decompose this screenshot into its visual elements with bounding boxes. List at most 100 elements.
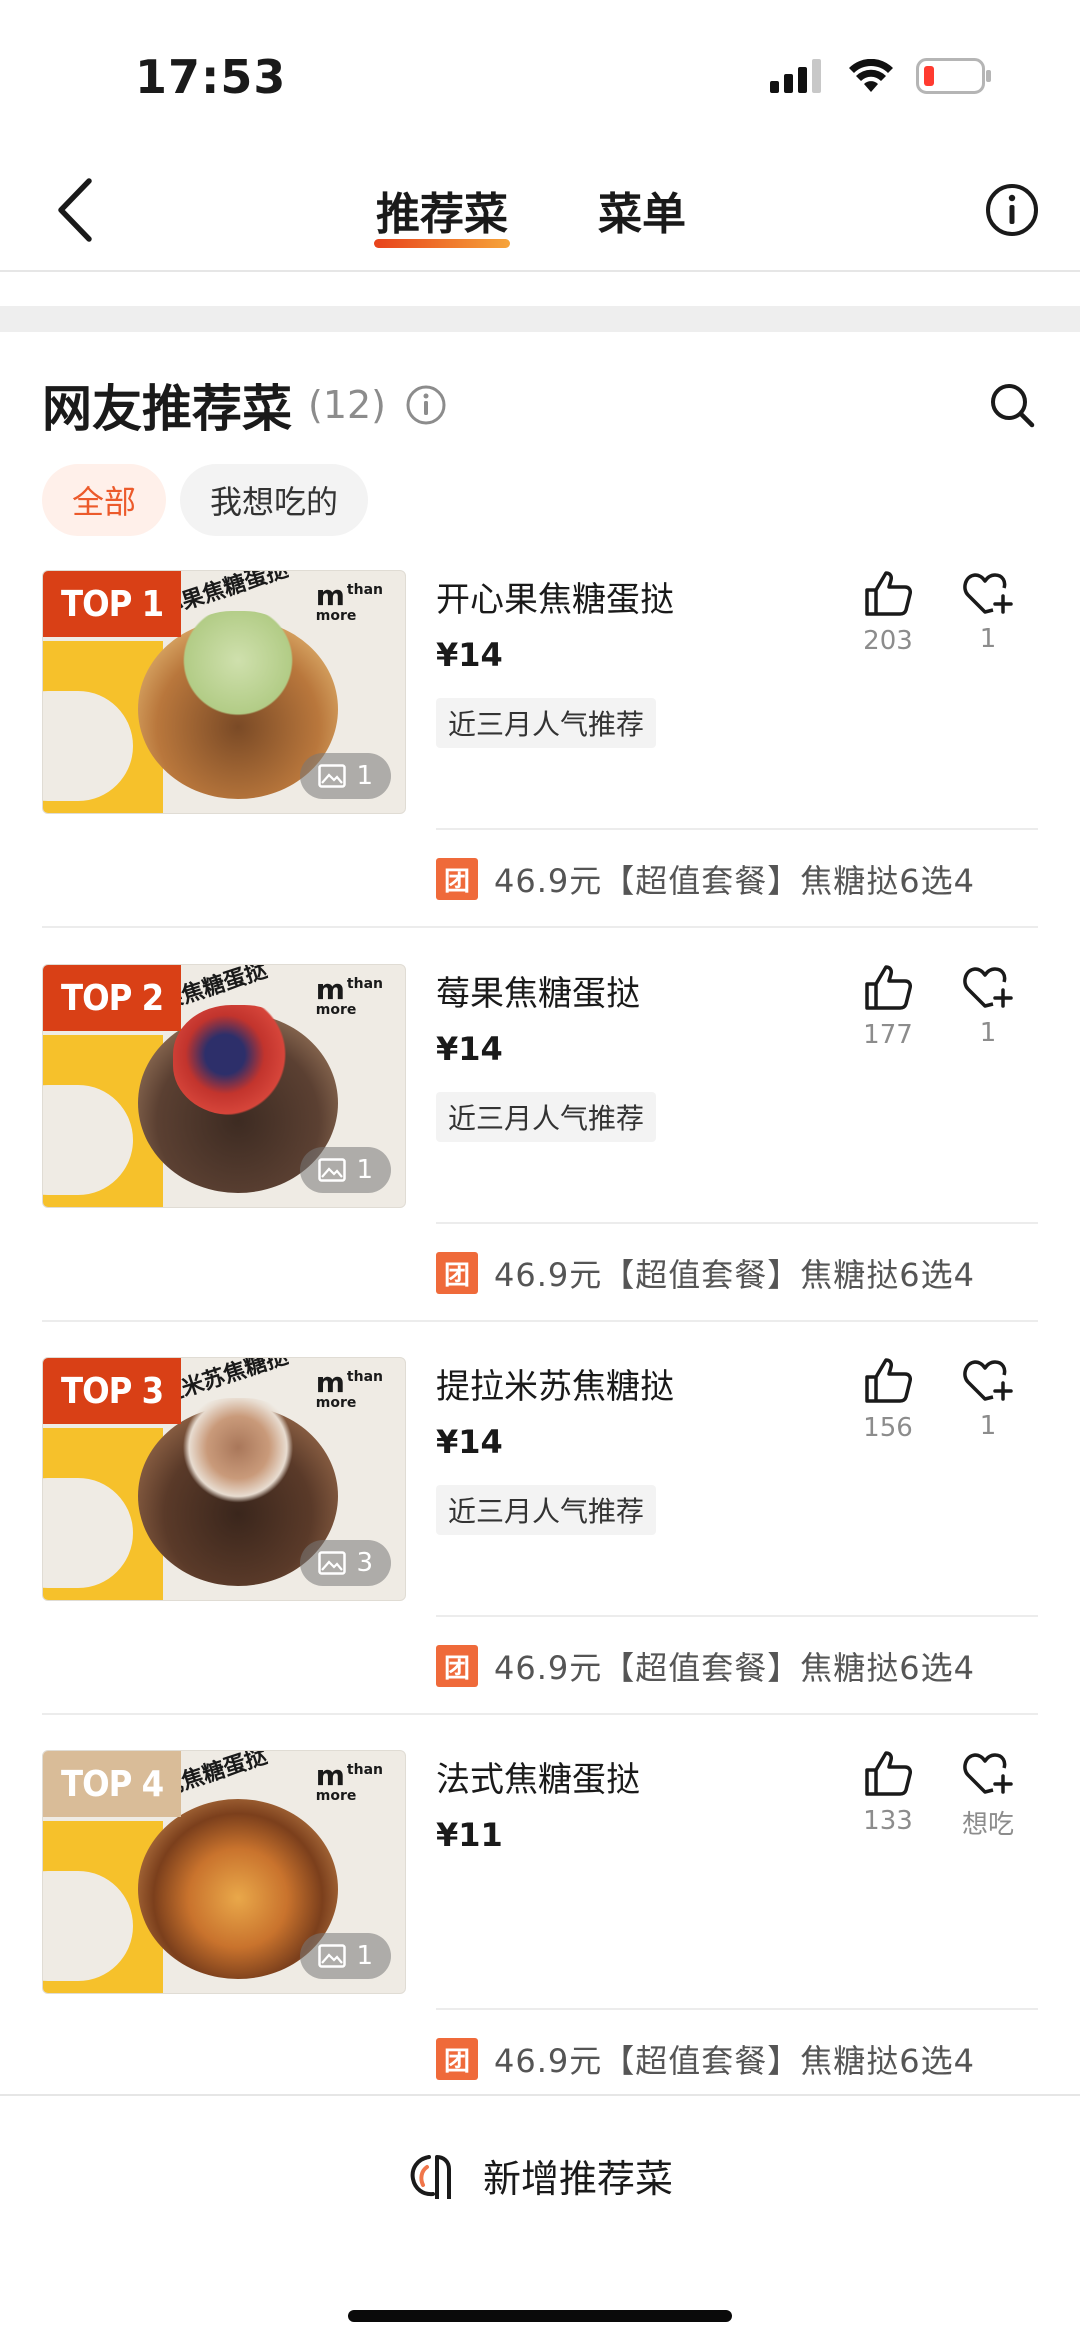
photo-count-value: 1 <box>356 761 373 791</box>
search-icon <box>991 384 1035 428</box>
photo-count[interactable]: 1 <box>300 753 391 799</box>
dish-photo[interactable]: 法式焦糖蛋挞 m than more TOP 4 1 <box>42 1750 406 1994</box>
filter-want-to-eat[interactable]: 我想吃的 <box>180 464 369 536</box>
group-deal-text: 46.9元【超值套餐】焦糖挞6选4 <box>494 1649 975 1687</box>
brand-logo-line2: more <box>315 1788 357 1804</box>
rank-badge: TOP 1 <box>43 571 182 637</box>
group-deal[interactable]: 团 46.9元【超值套餐】焦糖挞6选4 <box>436 2036 975 2082</box>
add-recommendation-label: 新增推荐菜 <box>482 2157 673 2201</box>
section-info-button[interactable] <box>404 383 448 427</box>
image-icon <box>318 764 347 788</box>
brand-logo-line1: than <box>346 582 383 598</box>
dish-price: ¥14 <box>436 636 503 674</box>
like-button[interactable]: 133 <box>848 1750 928 1836</box>
want-count: 1 <box>979 1018 997 1048</box>
thumbs-up-icon <box>865 571 912 616</box>
dish-item[interactable]: 莓果焦糖蛋挞 m than more TOP 2 1 莓果焦糖蛋挞 ¥14 近三月人… <box>0 964 1080 1358</box>
dish-tag: 近三月人气推荐 <box>436 1485 657 1535</box>
dish-price: ¥14 <box>436 1423 503 1461</box>
thumbs-up-icon <box>865 965 912 1010</box>
want-button[interactable]: 1 <box>948 570 1028 654</box>
image-icon <box>318 1944 347 1968</box>
like-count: 177 <box>863 1020 913 1050</box>
info-button[interactable] <box>982 180 1042 240</box>
want-count: 1 <box>979 1411 997 1441</box>
group-deal[interactable]: 团 46.9元【超值套餐】焦糖挞6选4 <box>436 1643 975 1689</box>
brand-logo-line2: more <box>315 1002 357 1018</box>
brand-logo-mark: m <box>315 579 345 612</box>
want-label: 想吃 <box>961 1810 1014 1840</box>
brand-logo-line2: more <box>315 1395 357 1411</box>
dish-name[interactable]: 莓果焦糖蛋挞 <box>436 966 640 1015</box>
filter-all[interactable]: 全部 <box>42 464 167 536</box>
group-deal[interactable]: 团 46.9元【超值套餐】焦糖挞6选4 <box>436 856 975 902</box>
brand-logo-line1: than <box>346 1369 383 1385</box>
brand-logo: m than more <box>315 579 383 624</box>
want-button[interactable]: 1 <box>948 1357 1028 1441</box>
rank-badge: TOP 4 <box>43 1751 182 1817</box>
group-deal-text: 46.9元【超值套餐】焦糖挞6选4 <box>494 862 975 900</box>
image-icon <box>318 1551 347 1575</box>
group-deal-badge: 团 <box>436 1252 478 1294</box>
photo-count[interactable]: 1 <box>300 1147 391 1193</box>
group-deal-text: 46.9元【超值套餐】焦糖挞6选4 <box>494 1256 975 1294</box>
group-deal-text: 46.9元【超值套餐】焦糖挞6选4 <box>494 2042 975 2080</box>
photo-count[interactable]: 3 <box>300 1540 391 1586</box>
dish-item[interactable]: 法式焦糖蛋挞 m than more TOP 4 1 法式焦糖蛋挞 ¥11 133 … <box>0 1750 1080 2144</box>
info-icon <box>406 385 446 425</box>
photo-count-value: 1 <box>356 1941 373 1971</box>
tab-recommended[interactable]: 推荐菜 <box>374 178 510 254</box>
group-deal[interactable]: 团 46.9元【超值套餐】焦糖挞6选4 <box>436 1250 975 1296</box>
bottom-bar: 新增推荐菜 <box>0 2094 1080 2341</box>
search-button[interactable] <box>986 379 1038 431</box>
divider <box>436 2008 1038 2010</box>
status-icons <box>770 58 992 94</box>
section-header: 网友推荐菜 (12) <box>42 370 1038 440</box>
battery-low-icon <box>916 58 991 94</box>
heart-plus-icon <box>963 1753 1013 1794</box>
photo-count-value: 3 <box>356 1548 373 1578</box>
dish-name[interactable]: 法式焦糖蛋挞 <box>436 1752 640 1801</box>
brand-logo-mark: m <box>315 1759 345 1792</box>
like-count: 133 <box>863 1806 913 1836</box>
info-icon <box>986 184 1038 236</box>
add-recommendation-button[interactable]: 新增推荐菜 <box>0 2148 1080 2203</box>
home-indicator[interactable] <box>348 2310 732 2322</box>
divider <box>436 1222 1038 1224</box>
want-count: 1 <box>979 624 997 654</box>
group-deal-badge: 团 <box>436 1645 478 1687</box>
group-deal-badge: 团 <box>436 858 478 900</box>
section-title: 网友推荐菜 <box>42 380 292 438</box>
brand-logo-line2: more <box>315 608 357 624</box>
like-button[interactable]: 156 <box>848 1357 928 1443</box>
dish-photo[interactable]: 提拉米苏焦糖挞 m than more TOP 3 3 <box>42 1357 406 1601</box>
want-button[interactable]: 想吃 <box>948 1750 1028 1841</box>
photo-count[interactable]: 1 <box>300 1933 391 1979</box>
add-dish-icon <box>410 2154 451 2199</box>
dish-name[interactable]: 提拉米苏焦糖挞 <box>436 1359 674 1408</box>
heart-plus-icon <box>963 967 1013 1008</box>
section-count: (12) <box>308 383 387 427</box>
like-button[interactable]: 203 <box>848 570 928 656</box>
dish-photo[interactable]: 莓果焦糖蛋挞 m than more TOP 2 1 <box>42 964 406 1208</box>
image-icon <box>318 1158 347 1182</box>
dish-item[interactable]: 提拉米苏焦糖挞 m than more TOP 3 3 提拉米苏焦糖挞 ¥14 近三… <box>0 1357 1080 1751</box>
thumbs-up-icon <box>865 1358 912 1403</box>
brand-logo: m than more <box>315 1369 383 1411</box>
dish-item[interactable]: 开心果焦糖蛋挞 m than more TOP 1 1 开心果焦糖蛋挞 ¥14 近三… <box>0 570 1080 964</box>
dish-price: ¥14 <box>436 1030 503 1068</box>
brand-logo-mark: m <box>315 973 345 1006</box>
like-count: 156 <box>863 1413 913 1443</box>
group-deal-badge: 团 <box>436 2038 478 2080</box>
dish-price: ¥11 <box>436 1816 503 1854</box>
dish-tag: 近三月人气推荐 <box>436 698 657 748</box>
tab-menu[interactable]: 菜单 <box>596 178 688 254</box>
brand-logo: m than more <box>315 1759 383 1804</box>
rank-badge: TOP 2 <box>43 965 182 1031</box>
dish-name[interactable]: 开心果焦糖蛋挞 <box>436 572 674 621</box>
want-button[interactable]: 1 <box>948 964 1028 1048</box>
like-button[interactable]: 177 <box>848 964 928 1050</box>
status-bar: 17:53 <box>0 0 1080 150</box>
dish-photo[interactable]: 开心果焦糖蛋挞 m than more TOP 1 1 <box>42 570 406 814</box>
divider <box>436 1615 1038 1617</box>
